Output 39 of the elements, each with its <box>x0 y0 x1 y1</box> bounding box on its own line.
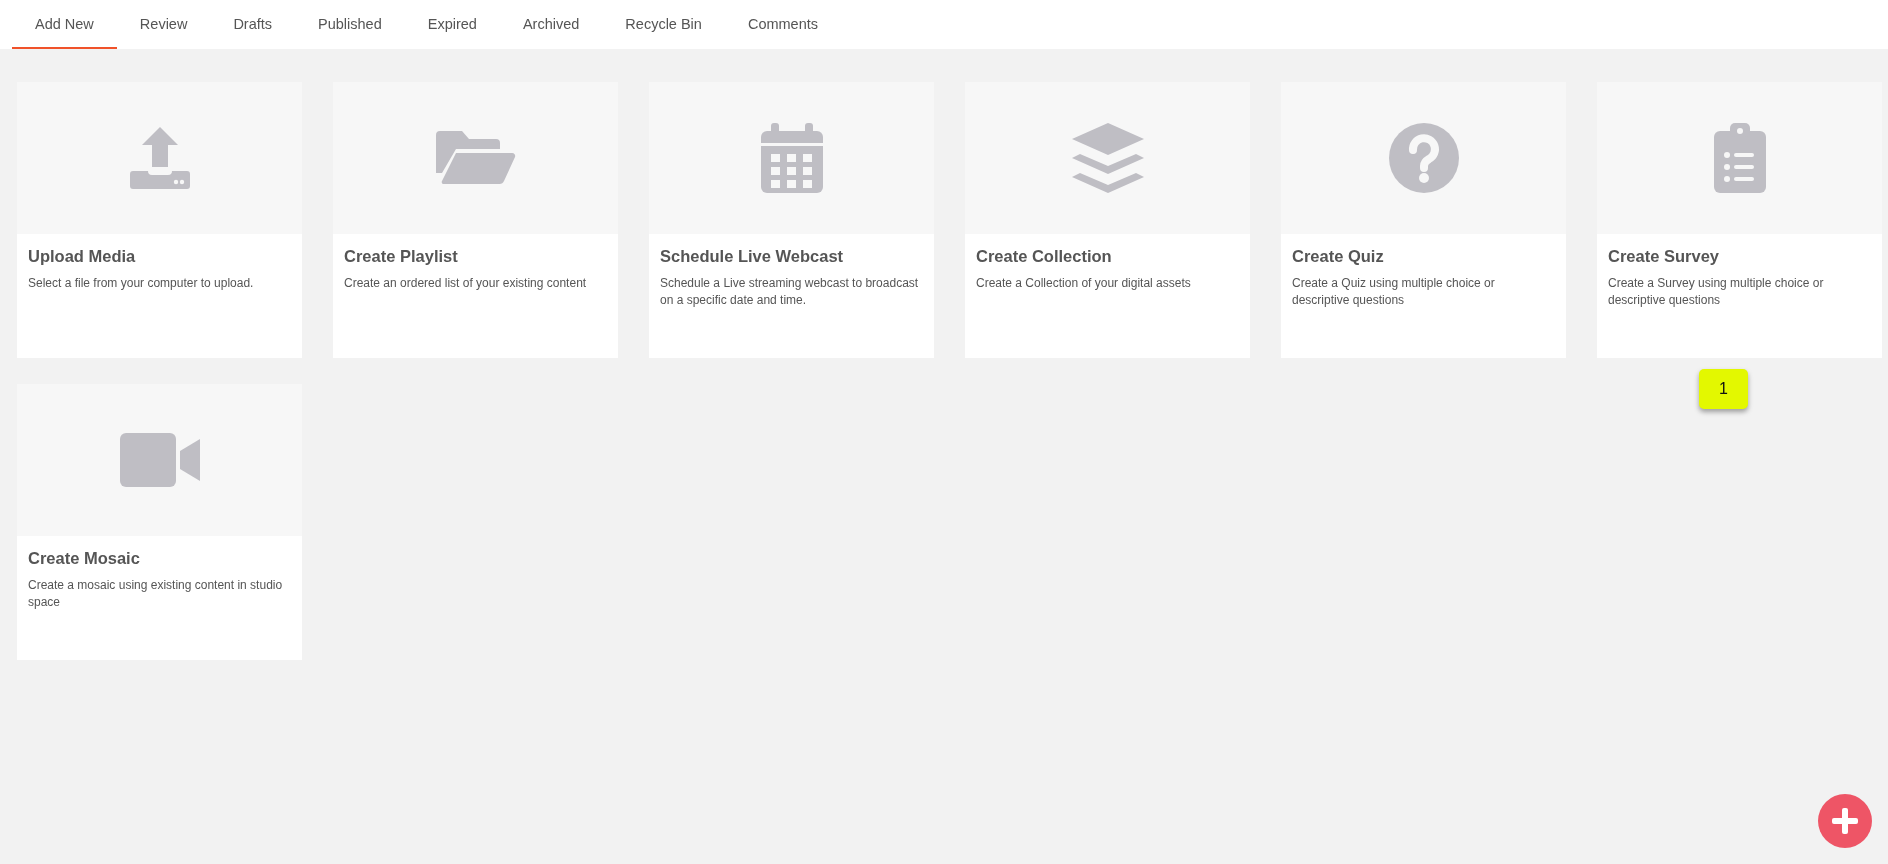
card-title: Create Collection <box>976 247 1113 266</box>
option-card[interactable]: Upload Media Select a file from your computer to upload. <box>17 82 302 358</box>
card-title: Schedule Live Webcast <box>660 247 845 266</box>
card-title: Create Survey <box>1608 247 1720 266</box>
question-icon <box>1388 123 1459 193</box>
card-title: Create Mosaic <box>28 549 141 568</box>
card-description: Create a Quiz using multiple choice or descriptive questions <box>1292 275 1496 309</box>
tab[interactable]: Review <box>116 0 211 49</box>
tab[interactable]: Comments <box>724 0 841 49</box>
card-description: Create a mosaic using existing content in studio space <box>28 577 284 611</box>
card-description: Select a file from your computer to upload. <box>28 275 255 292</box>
calendar-icon <box>760 123 823 193</box>
card-description: Create a Collection of your digital assets <box>976 275 1192 292</box>
add-button[interactable] <box>1818 794 1872 848</box>
option-card[interactable]: Create Collection Create a Collection of your digital assets <box>965 82 1250 358</box>
option-card[interactable]: Schedule Live Webcast Schedule a Live streaming webcast to broadcast on a specific date and time. <box>649 82 934 358</box>
card-title: Create Playlist <box>344 247 459 266</box>
layers-icon <box>1071 123 1144 193</box>
upload-icon <box>129 127 190 189</box>
tab[interactable]: Recycle Bin <box>602 0 725 49</box>
option-card[interactable]: Create Playlist Create an ordered list of your existing content <box>333 82 618 358</box>
plus-icon <box>1832 808 1858 834</box>
tab[interactable]: Published <box>295 0 405 49</box>
tab[interactable]: Expired <box>404 0 500 49</box>
tab[interactable]: Archived <box>499 0 603 49</box>
card-description: Schedule a Live streaming webcast to broadcast on a specific date and time. <box>660 275 920 309</box>
option-card[interactable]: Create Quiz Create a Quiz using multiple choice or descriptive questions <box>1281 82 1566 358</box>
clipboard-list-icon <box>1713 123 1766 193</box>
option-card[interactable]: Create Mosaic Create a mosaic using existing content in studio space <box>17 384 302 660</box>
card-description: Create an ordered list of your existing content <box>344 275 588 292</box>
tab[interactable]: Drafts <box>210 0 296 49</box>
card-title: Upload Media <box>28 247 137 266</box>
card-title: Create Quiz <box>1292 247 1385 266</box>
step-badge: 1 <box>1699 369 1748 409</box>
tab[interactable]: Add New <box>12 0 117 49</box>
folder-icon <box>435 131 516 185</box>
video-camera-icon <box>119 433 200 487</box>
card-description: Create a Survey using multiple choice or descriptive questions <box>1608 275 1825 309</box>
option-card[interactable]: Create Survey Create a Survey using multiple choice or descriptive questions <box>1597 82 1882 358</box>
